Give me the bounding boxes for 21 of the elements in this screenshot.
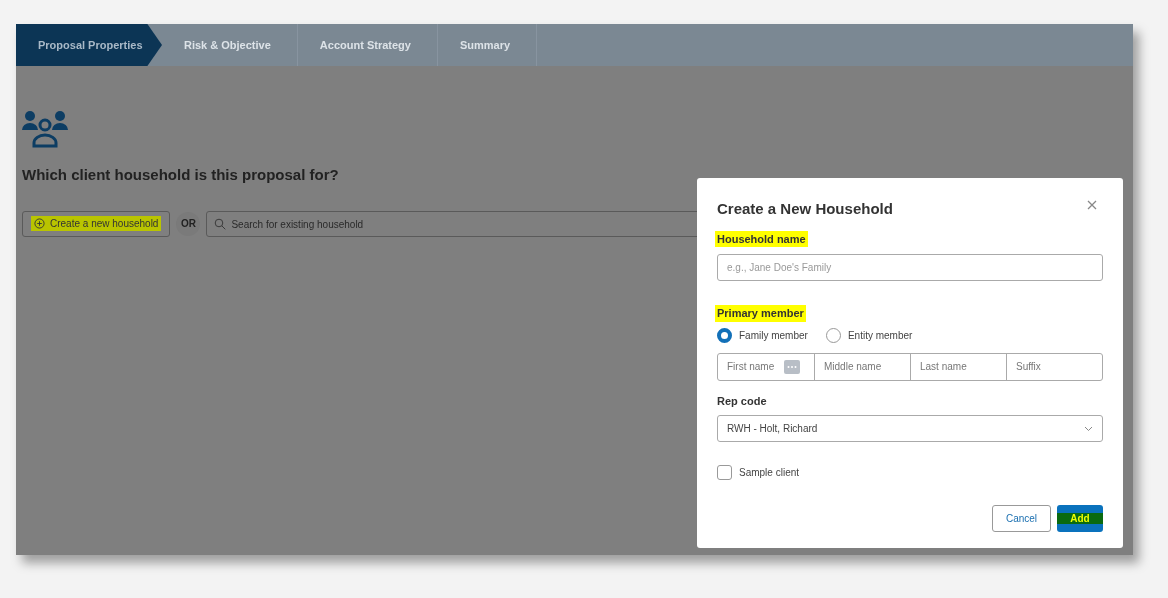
create-household-button[interactable]: Create a new household [22, 210, 171, 237]
field-label: Rep code [716, 393, 768, 409]
step-tab[interactable]: Proposal Properties [16, 24, 162, 66]
rep-code-dropdown[interactable]: RWH - Holt, Richard [717, 415, 1103, 442]
radio-label: Entity member [847, 328, 913, 343]
plus-circle-icon [34, 218, 45, 230]
people-group-icon [22, 110, 68, 148]
or-label: OR [176, 211, 201, 236]
add-button[interactable]: Add [1057, 505, 1103, 532]
close-icon[interactable] [1087, 200, 1097, 210]
checkbox[interactable] [717, 465, 732, 480]
chevron-down-icon [1084, 425, 1093, 432]
field-label: Household name [715, 230, 808, 247]
household-name-field[interactable]: e.g., Jane Doe's Family [717, 254, 1103, 281]
page-question: Which client household is this proposal for? [22, 165, 340, 185]
cancel-button[interactable]: Cancel [992, 505, 1051, 532]
search-icon [214, 217, 227, 230]
field-label: Primary member [715, 305, 806, 322]
radio-label: Family member [739, 328, 808, 343]
radio-button[interactable] [717, 327, 732, 343]
checkbox-label: Sample client [739, 466, 800, 480]
